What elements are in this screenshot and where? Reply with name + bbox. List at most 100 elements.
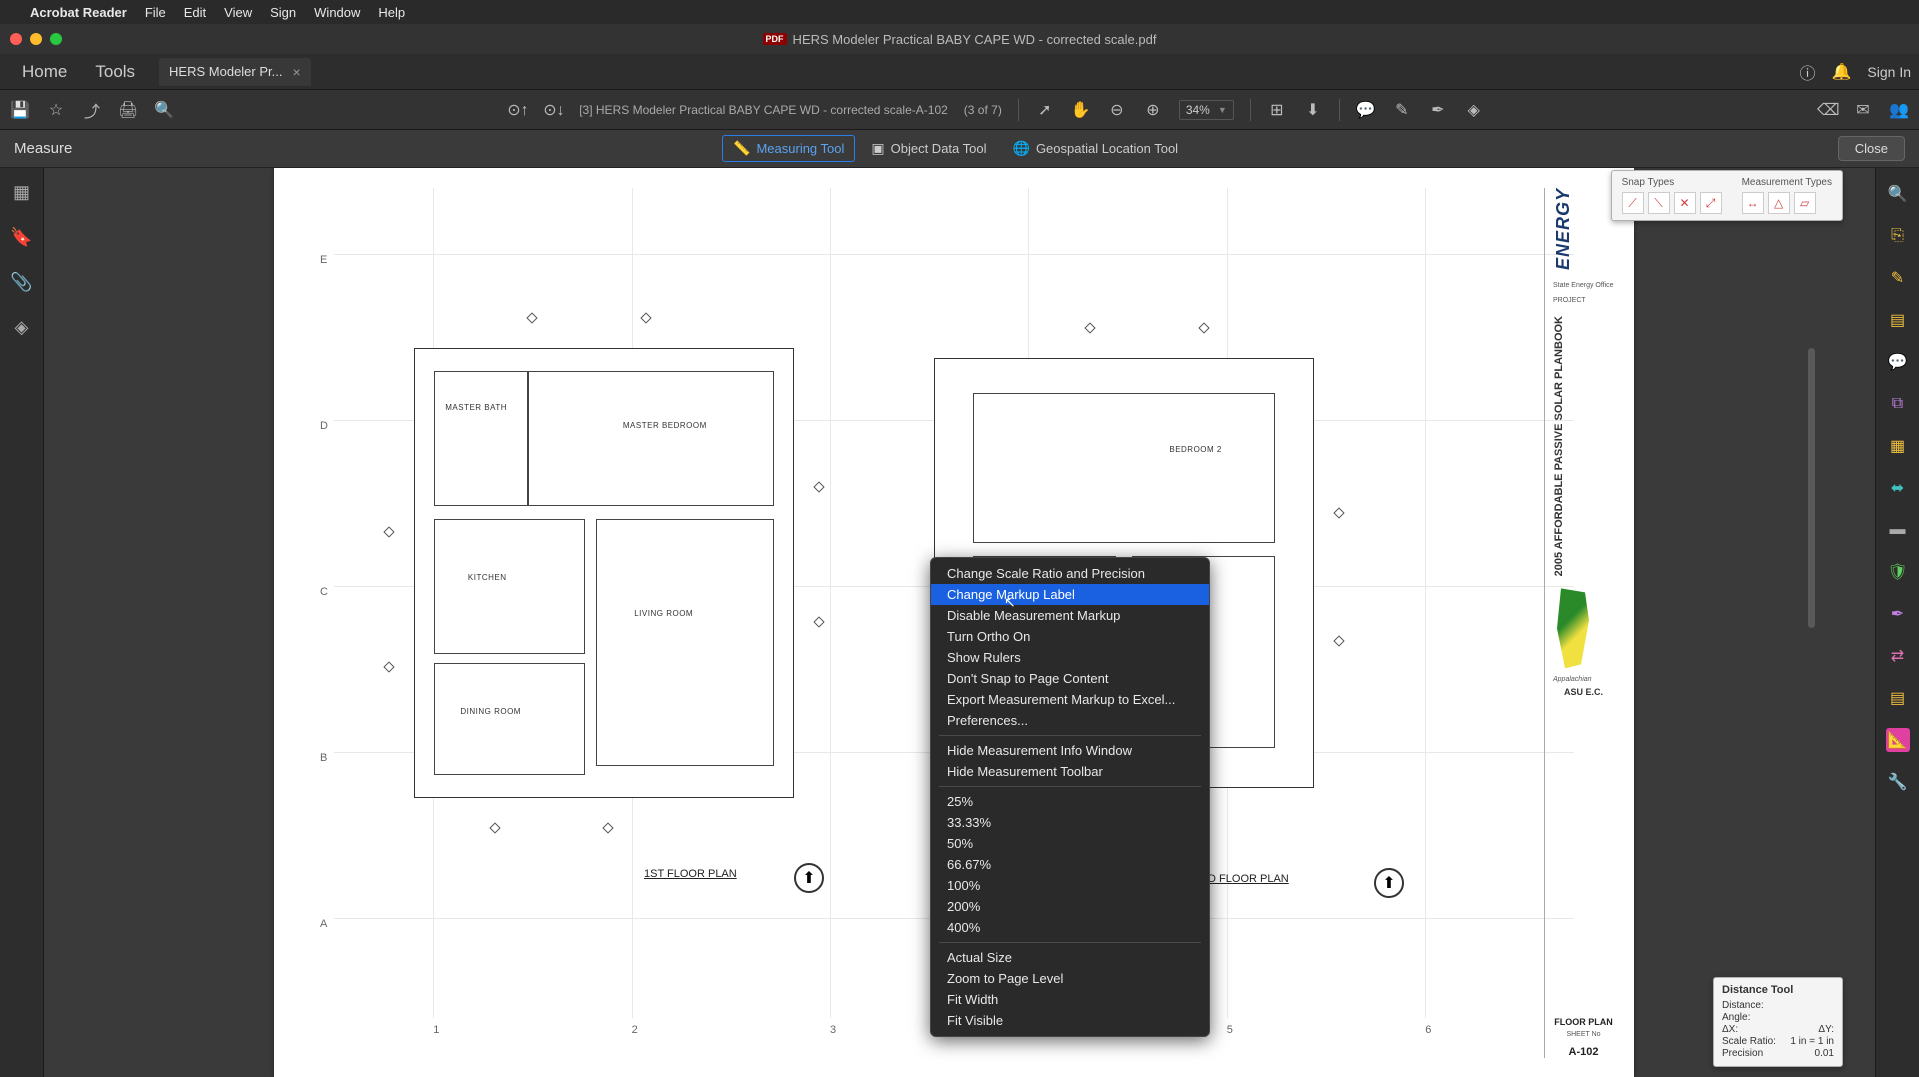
search-icon[interactable]: 🔍 (154, 100, 174, 120)
ctx-show-rulers[interactable]: Show Rulers (931, 647, 1209, 668)
ctx-dont-snap[interactable]: Don't Snap to Page Content (931, 668, 1209, 689)
page-down-icon[interactable]: ⊙↓ (543, 100, 563, 120)
snap-types-panel[interactable]: Snap Types ⟋ ⟍ ✕ ⤢ Measurement Types ↔ △… (1611, 170, 1843, 221)
highlight-icon[interactable]: ✎ (1392, 100, 1412, 120)
chevron-down-icon: ▼ (1218, 105, 1227, 115)
email-icon[interactable]: ✉ (1853, 100, 1873, 120)
sheet-no-label: SHEET No (1553, 1031, 1614, 1038)
convert-icon[interactable]: ⇄ (1886, 644, 1910, 668)
bookmarks-icon[interactable]: 🔖 (10, 227, 32, 248)
measure-area-icon[interactable]: ▱ (1794, 192, 1816, 214)
notifications-icon[interactable]: 🔔 (1831, 62, 1851, 82)
sign-in-link[interactable]: Sign In (1867, 64, 1911, 80)
ctx-export-excel[interactable]: Export Measurement Markup to Excel... (931, 689, 1209, 710)
save-icon[interactable]: 💾 (10, 100, 30, 120)
window-close-button[interactable] (10, 33, 22, 45)
fill-sign-icon[interactable]: ✒ (1886, 602, 1910, 626)
ctx-zoom-33[interactable]: 33.33% (931, 812, 1209, 833)
window-minimize-button[interactable] (30, 33, 42, 45)
ctx-hide-info-window[interactable]: Hide Measurement Info Window (931, 740, 1209, 761)
measuring-tool-button[interactable]: 📏 Measuring Tool (722, 135, 855, 162)
share-icon[interactable]: ⤴ (82, 98, 102, 122)
protect-icon[interactable]: 🛡 (1886, 560, 1910, 584)
combine-icon[interactable]: ⧉ (1886, 392, 1910, 416)
distance-tool-panel[interactable]: Distance Tool Distance: Angle: ΔX:ΔY: Sc… (1713, 977, 1843, 1067)
stamp-icon[interactable]: ◈ (1464, 100, 1484, 120)
measure-distance-icon[interactable]: ↔ (1742, 192, 1764, 214)
fit-width-icon[interactable]: ⊞ (1267, 100, 1287, 120)
document-page-label[interactable]: [3] HERS Modeler Practical BABY CAPE WD … (579, 103, 948, 117)
ctx-fit-visible[interactable]: Fit Visible (931, 1010, 1209, 1031)
zoom-in-icon[interactable]: ⊕ (1143, 100, 1163, 120)
ctx-change-markup-label[interactable]: Change Markup Label (931, 584, 1209, 605)
create-pdf-icon[interactable]: ▤ (1886, 308, 1910, 332)
snap-path-icon[interactable]: ⤢ (1700, 192, 1722, 214)
ctx-zoom-200[interactable]: 200% (931, 896, 1209, 917)
measure-perimeter-icon[interactable]: △ (1768, 192, 1790, 214)
signature-icon[interactable]: ✒ (1428, 100, 1448, 120)
page-up-icon[interactable]: ⊙↑ (507, 100, 527, 120)
redact-icon[interactable]: ▬ (1886, 518, 1910, 542)
ctx-turn-ortho[interactable]: Turn Ortho On (931, 626, 1209, 647)
fit-page-icon[interactable]: ⬇ (1303, 100, 1323, 120)
select-arrow-icon[interactable]: ➚ (1035, 100, 1055, 120)
snap-intersect-icon[interactable]: ✕ (1674, 192, 1696, 214)
menu-sign[interactable]: Sign (270, 5, 296, 20)
search-tool-icon[interactable]: 🔍 (1886, 182, 1910, 206)
close-measure-button[interactable]: Close (1838, 136, 1905, 161)
tab-close-icon[interactable]: × (292, 64, 300, 80)
ctx-fit-width[interactable]: Fit Width (931, 989, 1209, 1010)
more-tools-icon[interactable]: 🔧 (1886, 770, 1910, 794)
comment-tool-icon[interactable]: 💬 (1886, 350, 1910, 374)
menu-help[interactable]: Help (378, 5, 405, 20)
ctx-zoom-400[interactable]: 400% (931, 917, 1209, 938)
menu-view[interactable]: View (224, 5, 252, 20)
organize-icon[interactable]: ▦ (1886, 434, 1910, 458)
menu-edit[interactable]: Edit (184, 5, 206, 20)
measure-tool-icon[interactable]: 📐 (1886, 728, 1910, 752)
ctx-change-scale[interactable]: Change Scale Ratio and Precision (931, 563, 1209, 584)
ctx-zoom-100[interactable]: 100% (931, 875, 1209, 896)
angle-label: Angle: (1722, 1012, 1750, 1023)
ctx-disable-markup[interactable]: Disable Measurement Markup (931, 605, 1209, 626)
snap-midpoint-icon[interactable]: ⟍ (1648, 192, 1670, 214)
object-data-tool-button[interactable]: ▣ Object Data Tool (861, 135, 996, 162)
app-name[interactable]: Acrobat Reader (30, 5, 127, 20)
document-tab[interactable]: HERS Modeler Pr... × (159, 58, 311, 86)
star-icon[interactable]: ☆ (46, 100, 66, 120)
grid-col-6: 6 (1425, 1024, 1431, 1036)
comment-icon[interactable]: 💬 (1356, 100, 1376, 120)
window-maximize-button[interactable] (50, 33, 62, 45)
ctx-zoom-66[interactable]: 66.67% (931, 854, 1209, 875)
zoom-level-dropdown[interactable]: 34% ▼ (1179, 100, 1234, 120)
help-icon[interactable]: ⓘ (1799, 60, 1815, 84)
menu-file[interactable]: File (145, 5, 166, 20)
hand-tool-icon[interactable]: ✋ (1071, 100, 1091, 120)
export-pdf-icon[interactable]: ⎘ (1886, 224, 1910, 248)
print-icon[interactable]: 🖨 (118, 100, 138, 120)
thumbnails-icon[interactable]: ▦ (13, 182, 30, 203)
ctx-zoom-25[interactable]: 25% (931, 791, 1209, 812)
grid-col-3: 3 (830, 1024, 836, 1036)
menu-window[interactable]: Window (314, 5, 360, 20)
scrollbar-thumb[interactable] (1808, 348, 1815, 628)
geospatial-tool-button[interactable]: 🌐 Geospatial Location Tool (1003, 135, 1189, 162)
share-people-icon[interactable]: 👥 (1889, 100, 1909, 120)
grid-row-a: A (320, 918, 327, 930)
layers-icon[interactable]: ◈ (15, 317, 29, 338)
ctx-zoom-50[interactable]: 50% (931, 833, 1209, 854)
erase-icon[interactable]: ⌫ (1817, 100, 1837, 120)
prepare-form-icon[interactable]: ▤ (1886, 686, 1910, 710)
edit-pdf-icon[interactable]: ✎ (1886, 266, 1910, 290)
zoom-out-icon[interactable]: ⊖ (1107, 100, 1127, 120)
ctx-zoom-page-level[interactable]: Zoom to Page Level (931, 968, 1209, 989)
snap-endpoint-icon[interactable]: ⟋ (1622, 192, 1644, 214)
ctx-actual-size[interactable]: Actual Size (931, 947, 1209, 968)
compress-icon[interactable]: ⬌ (1886, 476, 1910, 500)
ctx-hide-toolbar[interactable]: Hide Measurement Toolbar (931, 761, 1209, 782)
tab-tools[interactable]: Tools (81, 54, 149, 89)
appalachian-label: Appalachian (1553, 676, 1614, 683)
attachments-icon[interactable]: 📎 (10, 272, 32, 293)
tab-home[interactable]: Home (8, 54, 81, 89)
ctx-preferences[interactable]: Preferences... (931, 710, 1209, 731)
